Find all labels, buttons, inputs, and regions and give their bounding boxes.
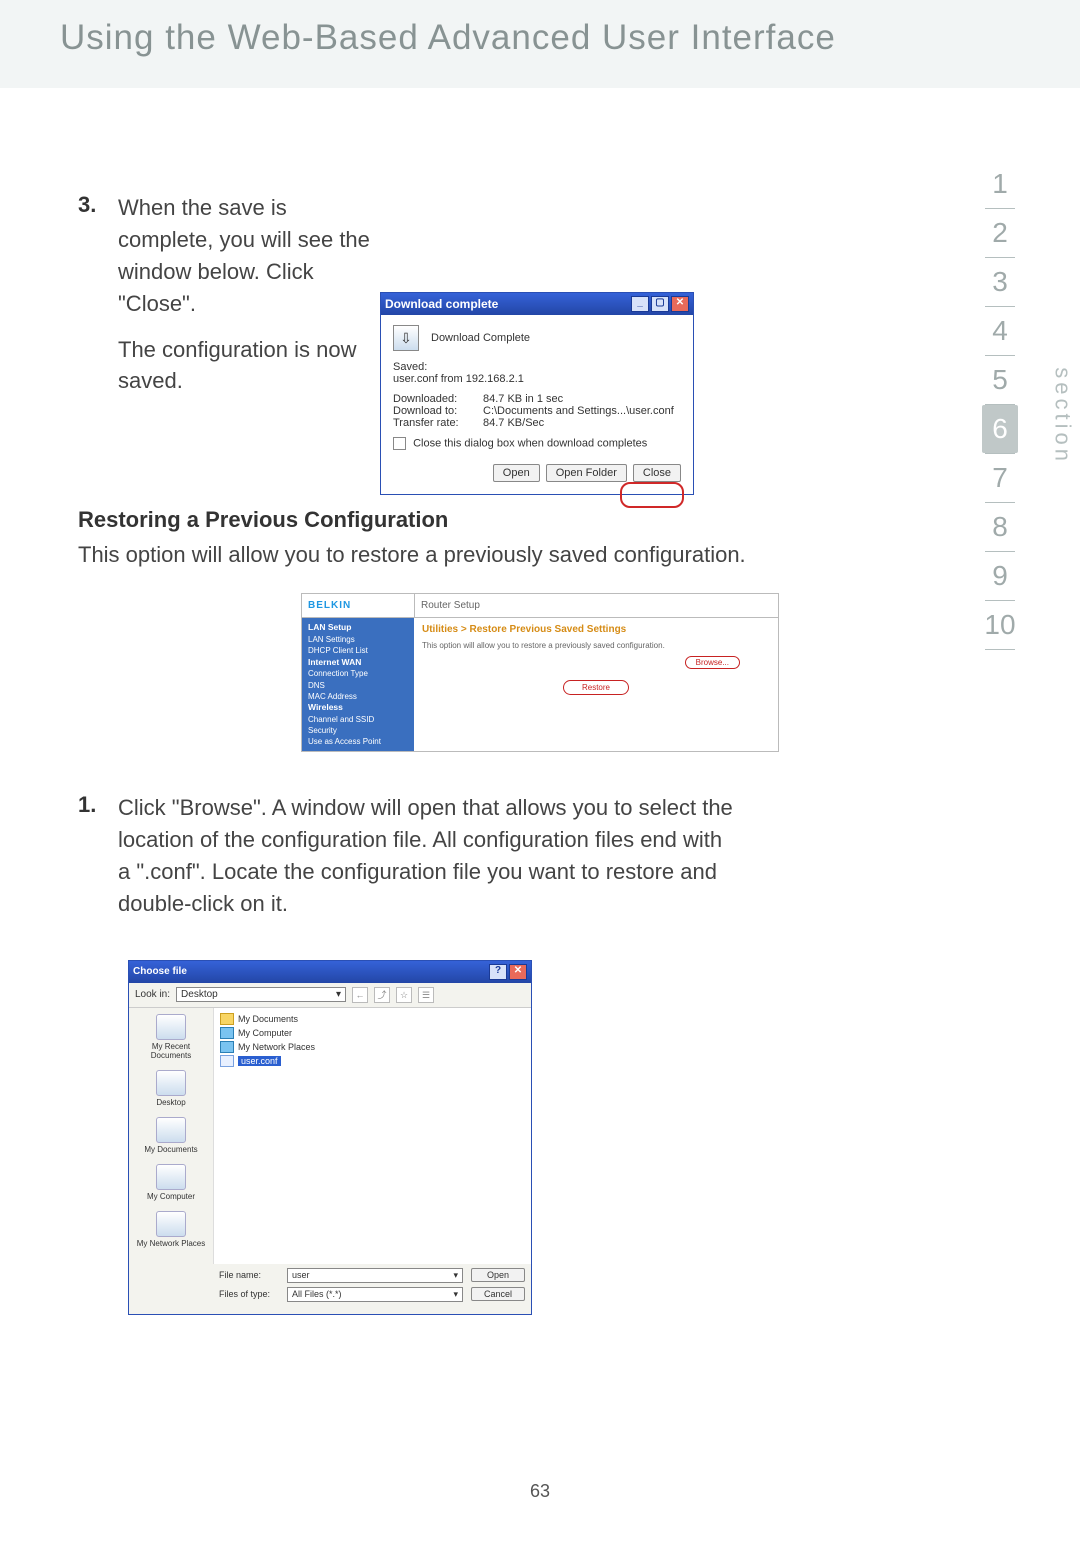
nav-item[interactable]: MAC Address xyxy=(308,691,408,702)
list-item[interactable]: user.conf xyxy=(220,1054,525,1068)
close-button[interactable]: Close xyxy=(633,464,681,482)
page-title: Using the Web-Based Advanced User Interf… xyxy=(60,18,1080,58)
step3-para2: The configuration is now saved. xyxy=(118,334,388,398)
router-sidebar: LAN Setup LAN Settings DHCP Client List … xyxy=(302,618,414,751)
folder-icon xyxy=(220,1013,234,1025)
step-1: 1. Click "Browse". A window will open th… xyxy=(78,792,1002,920)
views-icon[interactable]: ☰ xyxy=(418,987,434,1003)
minimize-icon[interactable]: _ xyxy=(631,296,649,312)
back-icon[interactable]: ← xyxy=(352,987,368,1003)
filename-label: File name: xyxy=(219,1270,279,1280)
step1-text: Click "Browse". A window will open that … xyxy=(118,792,738,920)
dialog-titlebar[interactable]: Download complete _ ▢ ✕ xyxy=(381,293,693,315)
title-band: Using the Web-Based Advanced User Interf… xyxy=(0,0,1080,92)
filename-input[interactable]: user▾ xyxy=(287,1268,463,1283)
step3-para1: When the save is complete, you will see … xyxy=(118,192,388,320)
breadcrumb: Utilities > Restore Previous Saved Setti… xyxy=(422,624,770,635)
step-number: 3. xyxy=(78,192,118,218)
open-button[interactable]: Open xyxy=(493,464,540,482)
dialog-title: Download complete xyxy=(385,297,498,311)
router-admin-panel: BELKIN Router Setup LAN Setup LAN Settin… xyxy=(301,593,779,752)
lookin-label: Look in: xyxy=(135,989,170,1000)
lookin-value: Desktop xyxy=(181,989,218,1000)
nav-item[interactable]: LAN Settings xyxy=(308,634,408,645)
cancel-button[interactable]: Cancel xyxy=(471,1287,525,1301)
router-desc: This option will allow you to restore a … xyxy=(422,641,770,650)
dl-row-value: 84.7 KB/Sec xyxy=(483,417,544,429)
lookin-select[interactable]: Desktop ▾ xyxy=(176,987,346,1002)
choose-file-dialog: Choose file ? ✕ Look in: Desktop ▾ ← ⤴ ☆… xyxy=(128,960,532,1315)
network-icon xyxy=(220,1041,234,1053)
download-head-text: Download Complete xyxy=(431,332,530,344)
filetype-label: Files of type: xyxy=(219,1289,279,1299)
place-my-documents[interactable]: My Documents xyxy=(131,1117,211,1154)
chevron-down-icon: ▾ xyxy=(336,989,341,1000)
list-item[interactable]: My Computer xyxy=(220,1026,525,1040)
close-icon[interactable]: ✕ xyxy=(509,964,527,980)
close-icon[interactable]: ✕ xyxy=(671,296,689,312)
up-folder-icon[interactable]: ⤴ xyxy=(374,987,390,1003)
place-my-computer[interactable]: My Computer xyxy=(131,1164,211,1201)
restore-heading: Restoring a Previous Configuration xyxy=(78,507,1002,533)
router-header: Router Setup xyxy=(415,594,486,617)
nav-item[interactable]: DNS xyxy=(308,680,408,691)
dl-row-value: C:\Documents and Settings...\user.conf xyxy=(483,405,674,417)
saved-label: Saved: xyxy=(393,361,681,373)
router-brand: BELKIN xyxy=(302,594,415,617)
download-complete-dialog: Download complete _ ▢ ✕ ⇩ Download Compl… xyxy=(380,292,694,495)
new-folder-icon[interactable]: ☆ xyxy=(396,987,412,1003)
nav-item[interactable]: Wireless xyxy=(308,702,408,714)
chooser-title-text: Choose file xyxy=(133,966,187,977)
checkbox-label: Close this dialog box when download comp… xyxy=(413,437,647,449)
places-bar: My Recent Documents Desktop My Documents… xyxy=(129,1008,214,1264)
file-list[interactable]: My Documents My Computer My Network Plac… xyxy=(214,1008,531,1264)
maximize-icon[interactable]: ▢ xyxy=(651,296,669,312)
page: Using the Web-Based Advanced User Interf… xyxy=(0,0,1080,1542)
list-item[interactable]: My Documents xyxy=(220,1012,525,1026)
dl-row-label: Downloaded: xyxy=(393,393,471,405)
chevron-down-icon: ▾ xyxy=(453,1289,458,1300)
open-button[interactable]: Open xyxy=(471,1268,525,1282)
dl-row-value: 84.7 KB in 1 sec xyxy=(483,393,563,405)
step-number: 1. xyxy=(78,792,118,818)
nav-item[interactable]: Security xyxy=(308,725,408,736)
dl-row-label: Download to: xyxy=(393,405,471,417)
download-icon: ⇩ xyxy=(393,325,419,351)
chevron-down-icon: ▾ xyxy=(453,1270,458,1281)
filetype-select[interactable]: All Files (*.*)▾ xyxy=(287,1287,463,1302)
help-icon[interactable]: ? xyxy=(489,964,507,980)
nav-item[interactable]: Connection Type xyxy=(308,668,408,679)
page-number: 63 xyxy=(0,1481,1080,1502)
place-recent[interactable]: My Recent Documents xyxy=(131,1014,211,1060)
place-desktop[interactable]: Desktop xyxy=(131,1070,211,1107)
place-my-network[interactable]: My Network Places xyxy=(131,1211,211,1248)
nav-item[interactable]: Internet WAN xyxy=(308,657,408,669)
browse-button[interactable]: Browse... xyxy=(685,656,740,669)
nav-item[interactable]: Use as Access Point xyxy=(308,736,408,747)
dl-row-label: Transfer rate: xyxy=(393,417,471,429)
file-icon xyxy=(220,1055,234,1067)
restore-intro: This option will allow you to restore a … xyxy=(78,539,1002,571)
nav-item[interactable]: Channel and SSID xyxy=(308,714,408,725)
nav-item[interactable]: LAN Setup xyxy=(308,622,408,634)
restore-button[interactable]: Restore xyxy=(563,680,629,695)
nav-item[interactable]: DHCP Client List xyxy=(308,645,408,656)
checkbox[interactable] xyxy=(393,437,406,450)
saved-value: user.conf from 192.168.2.1 xyxy=(393,373,681,385)
open-folder-button[interactable]: Open Folder xyxy=(546,464,627,482)
list-item[interactable]: My Network Places xyxy=(220,1040,525,1054)
chooser-titlebar[interactable]: Choose file ? ✕ xyxy=(129,961,531,983)
computer-icon xyxy=(220,1027,234,1039)
